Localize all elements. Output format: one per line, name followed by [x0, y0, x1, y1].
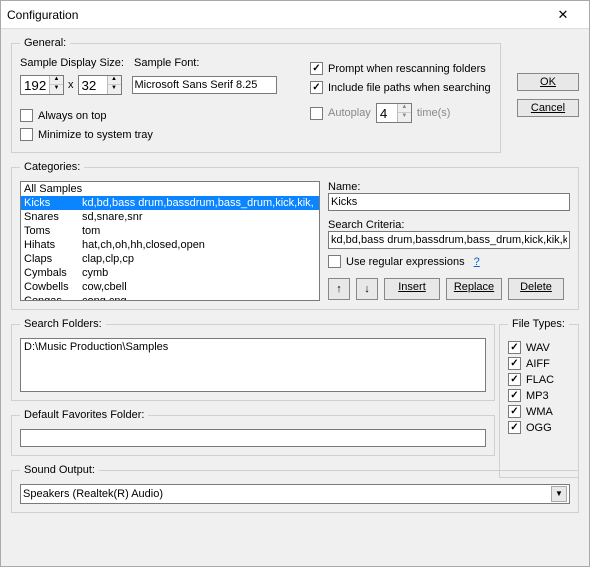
- chevron-down-icon: ▼: [551, 486, 567, 502]
- autoplay-count-stepper[interactable]: ▲▼: [376, 103, 412, 123]
- sample-font-field[interactable]: [132, 76, 277, 94]
- general-group: General: Sample Display Size: Sample Fon…: [11, 37, 501, 153]
- criteria-label: Search Criteria:: [328, 219, 570, 231]
- ok-button[interactable]: OK: [517, 73, 579, 91]
- titlebar: Configuration ✕: [1, 1, 589, 29]
- autoplay-checkbox[interactable]: [310, 107, 323, 120]
- category-row[interactable]: All Samples: [21, 182, 319, 196]
- include-paths-checkbox[interactable]: [310, 81, 323, 94]
- category-row[interactable]: Congascong,cng: [21, 294, 319, 301]
- category-row[interactable]: Tomstom: [21, 224, 319, 238]
- sound-output-select[interactable]: Speakers (Realtek(R) Audio) ▼: [20, 484, 570, 504]
- height-stepper[interactable]: ▲▼: [78, 75, 122, 95]
- category-row[interactable]: Cowbellscow,cbell: [21, 280, 319, 294]
- category-row[interactable]: Kickskd,bd,bass drum,bassdrum,bass_drum,…: [21, 196, 319, 210]
- delete-button[interactable]: Delete: [508, 278, 564, 300]
- filetype-checkbox[interactable]: [508, 405, 521, 418]
- filetypes-legend: File Types:: [508, 318, 569, 330]
- favorites-group: Default Favorites Folder:: [11, 409, 495, 456]
- sound-output-group: Sound Output: Speakers (Realtek(R) Audio…: [11, 464, 579, 513]
- search-folders-list[interactable]: D:\Music Production\Samples: [20, 338, 486, 392]
- filetypes-group: File Types: WAVAIFFFLACMP3WMAOGG: [499, 318, 579, 478]
- cancel-button[interactable]: Cancel: [517, 99, 579, 117]
- replace-button[interactable]: Replace: [446, 278, 502, 300]
- chevron-up-icon: ▲: [50, 76, 63, 85]
- filetype-checkbox[interactable]: [508, 421, 521, 434]
- favorites-legend: Default Favorites Folder:: [20, 409, 148, 421]
- move-down-button[interactable]: ↓: [356, 278, 378, 300]
- category-row[interactable]: Hihatshat,ch,oh,hh,closed,open: [21, 238, 319, 252]
- filetype-checkbox[interactable]: [508, 341, 521, 354]
- filetype-checkbox[interactable]: [508, 373, 521, 386]
- categories-list[interactable]: All SamplesKickskd,bd,bass drum,bassdrum…: [20, 181, 320, 301]
- chevron-down-icon: ▼: [50, 85, 63, 94]
- move-up-button[interactable]: ↑: [328, 278, 350, 300]
- minimize-tray-checkbox[interactable]: [20, 128, 33, 141]
- categories-group: Categories: All SamplesKickskd,bd,bass d…: [11, 161, 579, 310]
- filetype-checkbox[interactable]: [508, 389, 521, 402]
- insert-button[interactable]: Insert: [384, 278, 440, 300]
- favorites-field[interactable]: [20, 429, 486, 447]
- general-legend: General:: [20, 37, 70, 49]
- config-window: Configuration ✕ OK Cancel General: Sampl…: [0, 0, 590, 567]
- name-field[interactable]: [328, 193, 570, 211]
- category-row[interactable]: Clapsclap,clp,cp: [21, 252, 319, 266]
- filetype-checkbox[interactable]: [508, 357, 521, 370]
- category-row[interactable]: Snaressd,snare,snr: [21, 210, 319, 224]
- always-on-top-checkbox[interactable]: [20, 109, 33, 122]
- criteria-field[interactable]: [328, 231, 570, 249]
- sample-font-label: Sample Font:: [134, 57, 199, 69]
- help-icon[interactable]: ?: [474, 256, 480, 268]
- prompt-rescan-checkbox[interactable]: [310, 62, 323, 75]
- close-icon[interactable]: ✕: [543, 7, 583, 23]
- search-folders-legend: Search Folders:: [20, 318, 106, 330]
- window-title: Configuration: [7, 8, 543, 22]
- search-folders-group: Search Folders: D:\Music Production\Samp…: [11, 318, 495, 401]
- category-row[interactable]: Cymbalscymb: [21, 266, 319, 280]
- categories-legend: Categories:: [20, 161, 84, 173]
- width-stepper[interactable]: ▲▼: [20, 75, 64, 95]
- regex-checkbox[interactable]: [328, 255, 341, 268]
- name-label: Name:: [328, 181, 570, 193]
- sound-output-legend: Sound Output:: [20, 464, 99, 476]
- display-size-label: Sample Display Size:: [20, 57, 130, 69]
